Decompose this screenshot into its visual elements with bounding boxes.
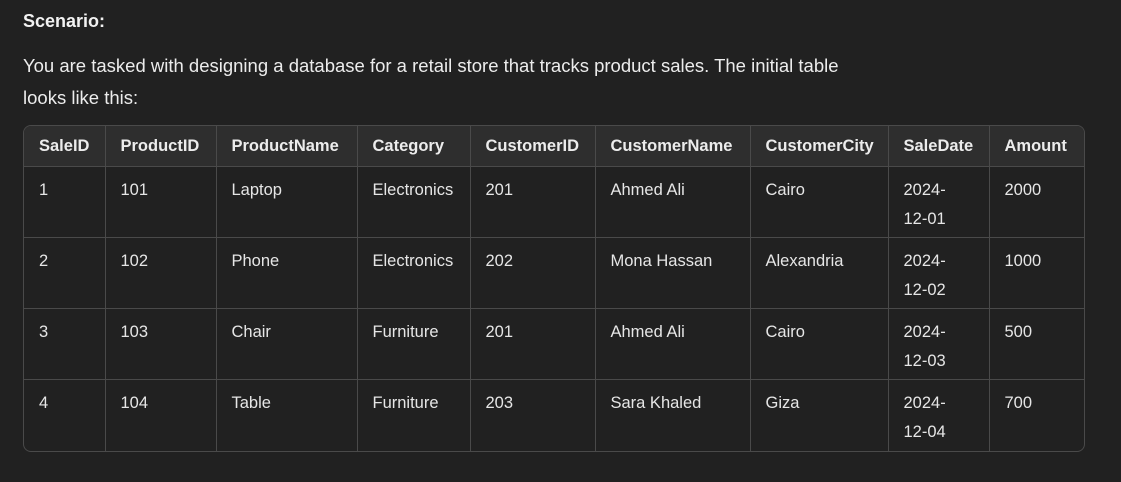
cell-category: Electronics [357, 237, 471, 309]
saledate-part-1: 2024- [903, 394, 946, 412]
cell-customerid: 203 [470, 379, 596, 451]
cell-saledate: 2024- 12-02 [888, 237, 990, 309]
saledate-part-1: 2024- [903, 323, 946, 341]
cell-saleid: 3 [24, 308, 106, 380]
cell-saleid: 1 [24, 166, 106, 238]
cell-productname: Chair [216, 308, 358, 380]
cell-productname: Laptop [216, 166, 358, 238]
cell-productid: 102 [105, 237, 217, 309]
cell-amount: 1000 [989, 237, 1084, 309]
table-row: 3 103 Chair Furniture 201 Ahmed Ali Cair… [24, 308, 1084, 380]
saledate-part-2: 12-02 [903, 281, 946, 299]
cell-customername: Mona Hassan [595, 237, 751, 309]
intro-line-1: You are tasked with designing a database… [23, 55, 839, 76]
intro-line-2: looks like this: [23, 87, 139, 108]
cell-customername: Ahmed Ali [595, 166, 751, 238]
saledate-part-1: 2024- [903, 252, 946, 270]
scenario-heading: Scenario: [23, 11, 106, 31]
saledate-part-2: 12-01 [903, 210, 946, 228]
cell-category: Electronics [357, 166, 471, 238]
table-row: 2 102 Phone Electronics 202 Mona Hassan … [24, 237, 1084, 309]
table-row: 4 104 Table Furniture 203 Sara Khaled Gi… [24, 379, 1084, 451]
column-header-customername: CustomerName [595, 126, 751, 167]
cell-productid: 101 [105, 166, 217, 238]
column-header-productid: ProductID [105, 126, 217, 167]
cell-saleid: 2 [24, 237, 106, 309]
cell-amount: 500 [989, 308, 1084, 380]
cell-amount: 2000 [989, 166, 1084, 238]
cell-customername: Ahmed Ali [595, 308, 751, 380]
sales-table-container: SaleID ProductID ProductName Category Cu… [23, 125, 1085, 452]
table-row: 1 101 Laptop Electronics 201 Ahmed Ali C… [24, 166, 1084, 238]
cell-customercity: Giza [750, 379, 889, 451]
cell-customername: Sara Khaled [595, 379, 751, 451]
saledate-part-2: 12-04 [903, 423, 946, 441]
cell-productid: 103 [105, 308, 217, 380]
column-header-productname: ProductName [216, 126, 358, 167]
cell-customerid: 201 [470, 166, 596, 238]
column-header-saleid: SaleID [24, 126, 106, 167]
cell-saledate: 2024- 12-01 [888, 166, 990, 238]
cell-amount: 700 [1004, 394, 1033, 412]
column-header-customerid: CustomerID [470, 126, 596, 167]
cell-customerid: 202 [470, 237, 596, 309]
cell-productname: Phone [216, 237, 358, 309]
column-header-customercity: CustomerCity [750, 126, 889, 167]
cell-saleid: 4 [24, 379, 106, 451]
saledate-part-2: 12-03 [903, 352, 946, 370]
cell-saledate: 2024- 12-04 [888, 379, 990, 451]
cell-customercity: Cairo [750, 166, 889, 238]
cell-category: Furniture [357, 379, 471, 451]
table-header-row: SaleID ProductID ProductName Category Cu… [24, 126, 1084, 167]
column-header-saledate: SaleDate [888, 126, 990, 167]
cell-customercity: Alexandria [750, 237, 889, 309]
cell-saledate: 2024- 12-03 [888, 308, 990, 380]
column-header-category: Category [357, 126, 471, 167]
saledate-part-1: 2024- [903, 181, 946, 199]
cell-customercity: Cairo [750, 308, 889, 380]
cell-customerid: 201 [470, 308, 596, 380]
cell-category: Furniture [357, 308, 471, 380]
cell-productid: 104 [105, 379, 217, 451]
sales-table: SaleID ProductID ProductName Category Cu… [24, 126, 1084, 451]
column-header-amount: Amount [989, 126, 1084, 167]
cell-productname: Table [216, 379, 358, 451]
intro-paragraph: You are tasked with designing a database… [23, 50, 923, 114]
